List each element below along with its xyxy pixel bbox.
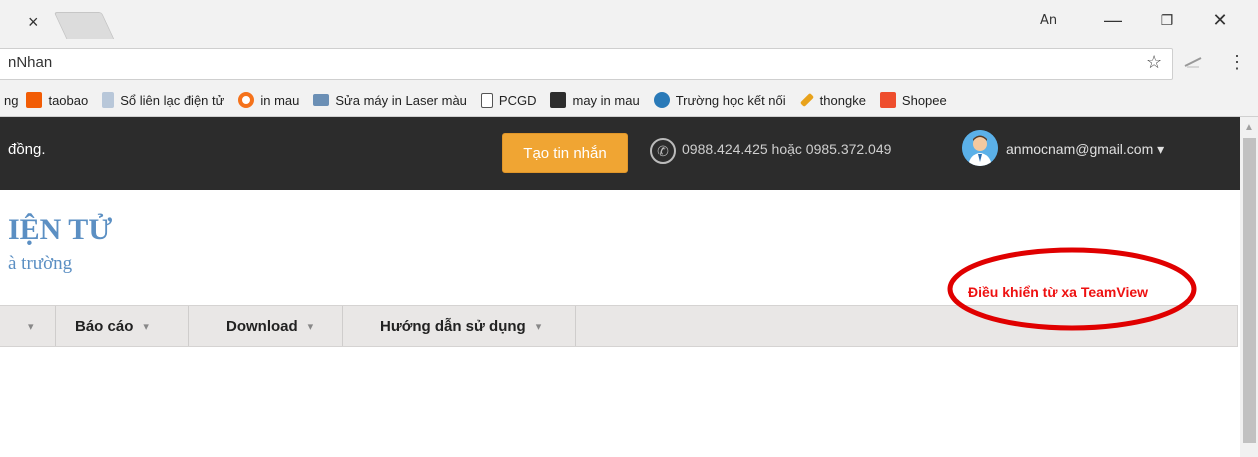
address-bar[interactable] — [0, 48, 1173, 80]
nav-divider — [55, 306, 56, 346]
create-message-button[interactable]: Tạo tin nhắn — [502, 133, 628, 173]
chevron-down-icon: ▾ — [28, 320, 34, 333]
scrollbar-thumb[interactable] — [1243, 138, 1256, 443]
bookmark-label: ng — [4, 92, 19, 108]
nav-item-huong-dan[interactable]: Hướng dẫn sử dụng ▾ — [380, 305, 541, 347]
document-icon — [102, 92, 115, 108]
nav-divider — [188, 306, 189, 346]
bookmark-thongke[interactable]: thongke — [799, 92, 866, 108]
nav-label: Download — [226, 317, 298, 335]
people-icon — [653, 92, 670, 108]
extension-icon[interactable] — [1183, 55, 1203, 69]
bookmark-star-icon[interactable]: ☆ — [1146, 52, 1162, 73]
bookmark-truong-hoc-ket-noi[interactable]: Trường học kết nối — [653, 92, 786, 108]
taobao-icon — [26, 92, 43, 108]
bookmark-label: Trường học kết nối — [675, 92, 786, 108]
teamviewer-remote-link[interactable]: Điều khiển từ xa TeamView — [968, 284, 1148, 300]
chevron-down-icon: ▾ — [535, 320, 542, 333]
browser-menu-icon[interactable]: ⋮ — [1228, 52, 1246, 73]
address-text[interactable]: nNhan — [8, 54, 52, 71]
nav-item-download[interactable]: Download ▾ — [226, 305, 313, 347]
bookmark-label: thongke — [819, 92, 866, 108]
nav-label: Hướng dẫn sử dụng — [380, 317, 526, 335]
nav-item-hidden[interactable]: ▾ — [8, 305, 34, 347]
top-bar-text: đồng. — [8, 141, 46, 158]
minimize-button[interactable]: — — [1098, 8, 1128, 32]
bookmark-taobao[interactable]: taobao — [26, 92, 88, 108]
nav-label: Báo cáo — [75, 317, 134, 335]
user-avatar[interactable] — [962, 130, 998, 166]
circle-icon — [238, 92, 255, 108]
bookmark-label: Shopee — [901, 92, 947, 108]
tab-close-icon[interactable]: × — [28, 12, 39, 33]
pencil-icon — [799, 92, 814, 108]
bookmark-label: PCGD — [498, 92, 537, 108]
close-window-button[interactable]: ✕ — [1205, 8, 1235, 32]
bookmark-in-mau[interactable]: in mau — [238, 92, 299, 108]
page-icon — [480, 92, 493, 108]
phone-numbers: 0988.424.425 hoặc 0985.372.049 — [682, 141, 892, 157]
profile-button[interactable]: An — [1040, 13, 1057, 28]
bookmarks-bar: ng taobao Sổ liên lạc điện tử in mau Sửa… — [0, 84, 1258, 117]
tab-strip — [0, 0, 1258, 42]
bookmark-label: may in mau — [572, 92, 640, 108]
bookmark-so-lien-lac[interactable]: Sổ liên lạc điện tử — [102, 92, 224, 108]
shopee-icon — [879, 92, 896, 108]
bookmark-label: taobao — [48, 92, 89, 108]
bookmark-may-in-mau[interactable]: may in mau — [550, 92, 640, 108]
bookmark-label: Sổ liên lạc điện tử — [120, 92, 225, 108]
chevron-down-icon: ▾ — [307, 320, 314, 333]
printer-icon — [313, 94, 330, 106]
user-menu[interactable]: anmocnam@gmail.com ▾ — [1006, 141, 1164, 158]
bookmark-pcgd[interactable]: PCGD — [480, 92, 537, 108]
nav-divider — [575, 306, 576, 346]
app-icon — [550, 92, 567, 108]
bookmark-sua-may-in[interactable]: Sửa máy in Laser màu — [313, 93, 467, 108]
scroll-up-icon[interactable]: ▲ — [1244, 122, 1254, 133]
nav-divider — [342, 306, 343, 346]
nav-item-bao-cao[interactable]: Báo cáo ▾ — [75, 305, 149, 347]
bookmark-label: in mau — [260, 92, 300, 108]
chevron-down-icon: ▾ — [143, 320, 149, 333]
site-logo-subtitle: à trường — [8, 253, 73, 274]
bookmark-shopee[interactable]: Shopee — [879, 92, 947, 108]
bookmark-label: Sửa máy in Laser màu — [335, 92, 467, 108]
site-logo-title[interactable]: IỆN TỬ — [8, 213, 112, 247]
bookmark-item[interactable]: ng — [4, 93, 18, 108]
maximize-button[interactable]: ❐ — [1152, 8, 1182, 32]
phone-icon: ✆ — [650, 138, 676, 164]
